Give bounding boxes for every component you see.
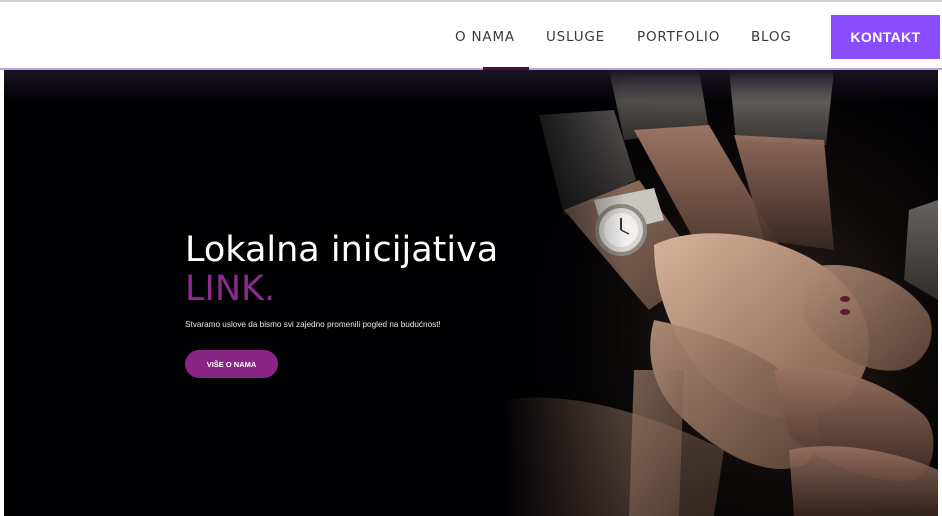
nav-active-indicator xyxy=(483,67,529,70)
hero-subtitle: Stvaramo uslove da bismo svi zajedno pro… xyxy=(185,320,441,329)
main-navigation: O NAMA USLUGE PORTFOLIO BLOG KONTAKT xyxy=(0,2,942,69)
nav-link-o-nama[interactable]: O NAMA xyxy=(455,29,515,45)
hero-section: Lokalna inicijativa LINK. Stvaramo uslov… xyxy=(4,70,938,516)
vise-o-nama-button[interactable]: VIŠE O NAMA xyxy=(185,350,278,378)
hero-title: Lokalna inicijativa xyxy=(185,230,499,270)
nav-link-blog[interactable]: BLOG xyxy=(751,29,792,45)
kontakt-button[interactable]: KONTAKT xyxy=(831,15,940,59)
hands-together-photo xyxy=(504,70,938,516)
page: O NAMA USLUGE PORTFOLIO BLOG KONTAKT Lok… xyxy=(0,0,942,516)
nav-link-portfolio[interactable]: PORTFOLIO xyxy=(637,29,720,45)
hero-accent-title: LINK. xyxy=(185,269,276,309)
nav-divider xyxy=(0,68,942,70)
nav-link-usluge[interactable]: USLUGE xyxy=(546,29,605,45)
hero-top-shade xyxy=(4,70,938,102)
